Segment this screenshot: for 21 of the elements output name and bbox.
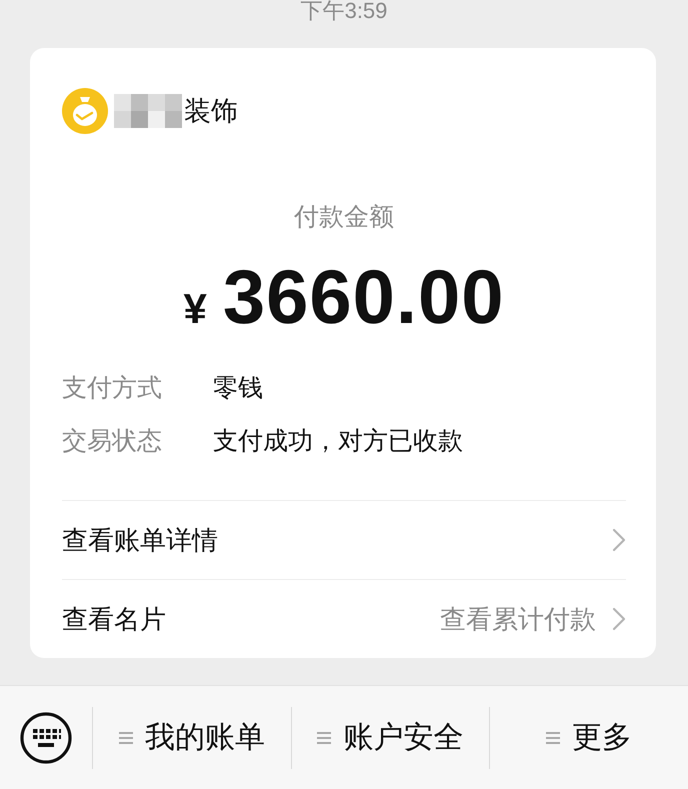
merchant-name: 装饰 bbox=[184, 95, 238, 128]
chevron-right-icon[interactable] bbox=[612, 528, 626, 552]
menu-button[interactable]: 更多 bbox=[540, 714, 638, 762]
bag-check-icon bbox=[62, 88, 108, 134]
chevron-right-icon[interactable] bbox=[612, 607, 626, 631]
status-time: 下午3:59 bbox=[300, 0, 388, 24]
payment-amount-label: 付款金额 bbox=[293, 202, 395, 232]
detail-label: 交易状态 bbox=[62, 426, 163, 457]
menu-icon bbox=[317, 730, 332, 744]
menu-button[interactable]: 我的账单 bbox=[112, 714, 271, 762]
currency-symbol: ¥ bbox=[183, 284, 207, 334]
detail-value: 零钱 bbox=[213, 373, 263, 404]
link-label[interactable]: 查看名片 bbox=[62, 601, 166, 637]
detail-label: 支付方式 bbox=[62, 373, 163, 404]
menu-icon bbox=[546, 730, 560, 744]
keyboard-icon[interactable] bbox=[20, 712, 72, 764]
link-label[interactable]: 查看账单详情 bbox=[62, 522, 218, 558]
menu-icon bbox=[118, 730, 133, 744]
detail-value: 支付成功，对方已收款 bbox=[213, 426, 463, 457]
payment-amount: 3660.00 bbox=[222, 258, 505, 338]
menu-button[interactable]: 账户安全 bbox=[311, 714, 470, 762]
